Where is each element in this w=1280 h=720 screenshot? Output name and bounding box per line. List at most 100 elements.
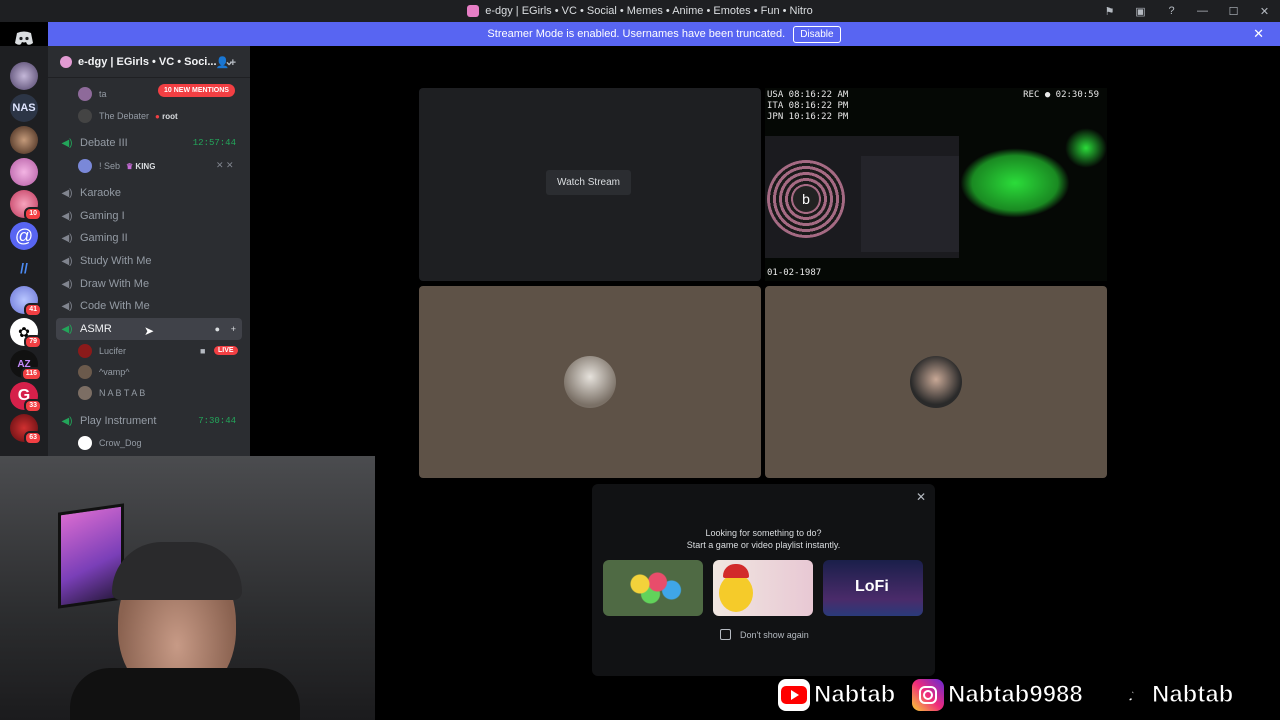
channel-name: Draw With Me: [80, 278, 150, 290]
green-glitch-image: [960, 148, 1070, 218]
server-name: e-dgy | EGirls • VC • Soci...: [78, 55, 217, 68]
unread-badge: 63: [24, 431, 42, 445]
voice-channel-draw[interactable]: ◀) Draw With Me: [56, 273, 242, 295]
muted-icon: ✕ ✕: [216, 160, 234, 170]
server-icon[interactable]: [10, 62, 38, 90]
shirt-image: [70, 668, 300, 720]
channel-timer: 7:30:44: [198, 416, 236, 426]
activity-card-game[interactable]: [603, 560, 703, 616]
channel-name: Study With Me: [80, 255, 152, 267]
window-titlebar: e-dgy | EGirls • VC • Social • Memes • A…: [0, 0, 1280, 22]
youtube-handle: Nabtab: [813, 681, 896, 709]
avatar: [78, 87, 92, 101]
voice-channel-gaming-2[interactable]: ◀) Gaming II: [56, 227, 242, 249]
voice-channel-debate[interactable]: ◀) Debate III 12:57:44: [56, 132, 242, 154]
voice-user[interactable]: N A B T A B: [78, 383, 145, 403]
avatar: [78, 109, 92, 123]
unread-badge: 33: [24, 399, 42, 413]
vcr-time-line: ITA 08:16:22 PM: [767, 101, 849, 111]
disable-button[interactable]: Disable: [793, 25, 841, 43]
voice-user[interactable]: The Debater ● root: [78, 106, 178, 126]
server-icon[interactable]: ✿ 79: [10, 318, 42, 349]
titlebar-controls: ⚑ ▣ ? — ☐ ✕: [1094, 0, 1280, 22]
add-user-icon[interactable]: +: [231, 324, 236, 334]
speaker-icon: ◀): [61, 323, 73, 335]
record-center-icon: b: [793, 186, 819, 212]
user-name: N A B T A B: [99, 388, 146, 398]
chat-icon[interactable]: ●: [215, 324, 220, 334]
channel-sidebar: e-dgy | EGirls • VC • Soci... ⌄ 👤+ ta 10…: [48, 46, 250, 456]
speaker-icon: ◀): [61, 300, 73, 312]
dont-show-checkbox[interactable]: [720, 629, 731, 640]
channel-name: Debate III: [80, 137, 128, 149]
cap-image: [112, 542, 242, 600]
app-logo-icon: [467, 5, 480, 17]
flag-icon[interactable]: ⚑: [1094, 0, 1125, 22]
server-icon[interactable]: 63: [10, 414, 42, 445]
channel-name: Gaming I: [80, 210, 125, 222]
role-tag: ♛ KING: [126, 162, 155, 171]
participant-tile[interactable]: [765, 286, 1107, 478]
discord-home-icon[interactable]: [12, 28, 36, 48]
user-name: ^vamp^: [99, 367, 130, 377]
voice-channel-instrument[interactable]: ◀) Play Instrument 7:30:44: [56, 410, 242, 432]
stream-tile-empty[interactable]: Watch Stream: [419, 88, 761, 281]
server-icon[interactable]: 41: [10, 286, 42, 317]
dont-show-again-row[interactable]: Don't show again: [720, 629, 809, 640]
minimize-button[interactable]: —: [1187, 0, 1218, 22]
voice-user[interactable]: ta: [78, 84, 107, 104]
social-links-overlay: Nabtab: [778, 676, 896, 714]
server-header[interactable]: e-dgy | EGirls • VC • Soci... ⌄ 👤+: [48, 46, 250, 78]
server-icon[interactable]: [10, 126, 38, 154]
activity-card-lofi[interactable]: LoFi: [823, 560, 923, 616]
voice-channel-karaoke[interactable]: ◀) Karaoke: [56, 182, 242, 204]
dont-show-label: Don't show again: [740, 629, 809, 640]
balloon-game-image: [619, 568, 689, 608]
stream-tile-live[interactable]: b USA 08:16:22 AM ITA 08:16:22 PM JPN 10…: [765, 88, 1107, 281]
social-links-overlay: Nabtab9988: [912, 676, 1083, 714]
avatar: [78, 386, 92, 400]
close-icon[interactable]: ✕: [1253, 26, 1264, 42]
voice-channel-study[interactable]: ◀) Study With Me: [56, 250, 242, 272]
server-icon[interactable]: AZ 116: [10, 350, 42, 381]
help-icon[interactable]: ?: [1156, 0, 1187, 22]
voice-user[interactable]: Crow_Dog: [78, 433, 142, 453]
voice-channel-code[interactable]: ◀) Code With Me: [56, 295, 242, 317]
server-icon[interactable]: @: [10, 222, 38, 250]
invite-people-icon[interactable]: 👤+: [216, 56, 236, 69]
watch-stream-button[interactable]: Watch Stream: [546, 170, 631, 195]
voice-user[interactable]: Lucifer: [78, 341, 126, 361]
participant-tile[interactable]: [419, 286, 761, 478]
close-icon[interactable]: ✕: [916, 490, 926, 504]
unread-badge: 41: [24, 303, 42, 317]
avatar: [78, 436, 92, 450]
speaker-icon: ◀): [61, 415, 73, 427]
channel-name: Karaoke: [80, 187, 121, 199]
new-mentions-pill[interactable]: 10 NEW MENTIONS: [158, 84, 235, 97]
maximize-button[interactable]: ☐: [1218, 0, 1249, 22]
channel-name: ASMR: [80, 323, 112, 335]
tiktok-handle: Nabtab: [1151, 681, 1234, 709]
server-icon[interactable]: NAS: [10, 94, 38, 122]
inbox-icon[interactable]: ▣: [1125, 0, 1156, 22]
participant-avatar: [910, 356, 962, 408]
vcr-date: 01-02-1987: [767, 268, 822, 278]
role-tag-text: root: [162, 111, 178, 121]
server-icon[interactable]: G 33: [10, 382, 42, 413]
server-icon[interactable]: //: [10, 254, 38, 282]
server-icon[interactable]: 10: [10, 190, 42, 221]
voice-channel-gaming-1[interactable]: ◀) Gaming I: [56, 205, 242, 227]
instagram-handle: Nabtab9988: [948, 681, 1084, 709]
close-window-button[interactable]: ✕: [1249, 0, 1280, 22]
streamer-webcam: [0, 456, 375, 720]
user-name: ta: [99, 89, 107, 99]
voice-user[interactable]: ! Seb ♛ KING: [78, 156, 155, 176]
activity-card-holiday[interactable]: [713, 560, 813, 616]
playlist-panel: [861, 156, 959, 252]
server-icon[interactable]: [10, 158, 38, 186]
chick-santa-image: [719, 574, 753, 612]
role-tag-text: KING: [135, 161, 156, 171]
live-badge: LIVE: [214, 346, 238, 355]
voice-user[interactable]: ^vamp^: [78, 362, 129, 382]
participant-avatar: [564, 356, 616, 408]
